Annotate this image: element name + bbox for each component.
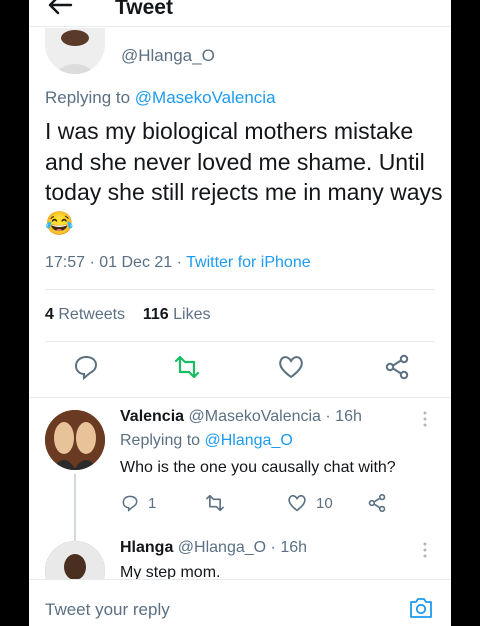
retweet-icon [206,494,224,512]
reply-header: Valencia @MasekoValencia · 16h [120,408,362,426]
tweet-body: I was my biological mothers mistake and … [45,118,443,205]
reply-time: · 16h [270,539,308,556]
likes-count: 116 [142,306,169,323]
reply-header: Hlanga @Hlanga_O · 16h [120,539,307,557]
tears-of-joy-emoji: 😂 [45,209,74,236]
likes-stat[interactable]: 116 Likes [143,306,211,323]
tweet-detail-screen: Tweet @Hlanga_O Replying to @MasekoValen… [29,0,451,626]
replying-to: Replying to @MasekoValencia [45,88,276,108]
reply-icon[interactable] [71,352,101,382]
reply-retweet-action[interactable] [204,492,226,514]
reply-author-handle[interactable]: @Hlanga_O [178,539,266,556]
reply-time: · 16h [325,408,362,425]
retweets-count: 4 [45,306,54,323]
reply-avatar[interactable] [45,410,105,470]
reply-replying-link[interactable]: @Hlanga_O [205,432,293,449]
tweet-actions [29,352,451,388]
reply-like-action[interactable]: 10 [286,492,333,514]
divider [45,341,435,342]
author-avatar[interactable] [45,28,105,74]
replying-prefix: Replying to [45,88,131,107]
share-icon[interactable] [382,352,412,382]
reply-composer-bar: Tweet your reply [29,579,451,626]
reply-share-action[interactable] [366,492,388,514]
author-handle[interactable]: @Hlanga_O [121,46,215,66]
reply-reply-count: 1 [148,494,157,512]
more-options-icon[interactable] [422,541,428,559]
reply-text: Who is the one you causally chat with? [120,459,396,476]
retweets-stat[interactable]: 4 Retweets [45,306,125,323]
like-heart-icon [288,494,306,512]
reply-reply-action[interactable]: 1 [120,492,156,514]
tweet-timestamp: 17:57 · 01 Dec 21 · [45,254,187,271]
retweet-icon[interactable] [172,352,202,382]
reply-tweet[interactable]: Hlanga @Hlanga_O · 16h My step mom. [29,528,451,601]
top-bar: Tweet [29,0,451,27]
reply-replying-to: Replying to @Hlanga_O [120,432,293,450]
reply-author-handle[interactable]: @MasekoValencia [189,408,321,425]
reply-icon [122,495,138,512]
likes-label: Likes [173,306,211,323]
tweet-text: I was my biological mothers mistake and … [45,116,443,238]
reply-like-count: 10 [316,494,333,512]
reply-author-name[interactable]: Valencia [120,408,184,425]
reply-replying-prefix: Replying to [120,432,201,449]
share-icon [368,493,386,513]
reply-actions: 1 10 [120,492,420,516]
replying-to-link[interactable]: @MasekoValencia [135,88,276,107]
retweets-label: Retweets [58,306,126,323]
tweet-stats: 4 Retweets 116 Likes [45,306,210,324]
more-options-icon[interactable] [422,410,428,428]
tweet-source-link[interactable]: Twitter for iPhone [186,254,311,271]
divider [45,289,435,290]
reply-author-name[interactable]: Hlanga [120,539,173,556]
reply-tweet[interactable]: Valencia @MasekoValencia · 16h Replying … [29,398,451,528]
reply-input[interactable]: Tweet your reply [45,600,170,620]
page-title: Tweet [115,0,173,19]
tweet-meta: 17:57 · 01 Dec 21 · Twitter for iPhone [45,254,311,272]
camera-icon[interactable] [409,596,433,620]
back-arrow-icon[interactable] [45,0,75,20]
like-heart-icon[interactable] [276,352,306,382]
